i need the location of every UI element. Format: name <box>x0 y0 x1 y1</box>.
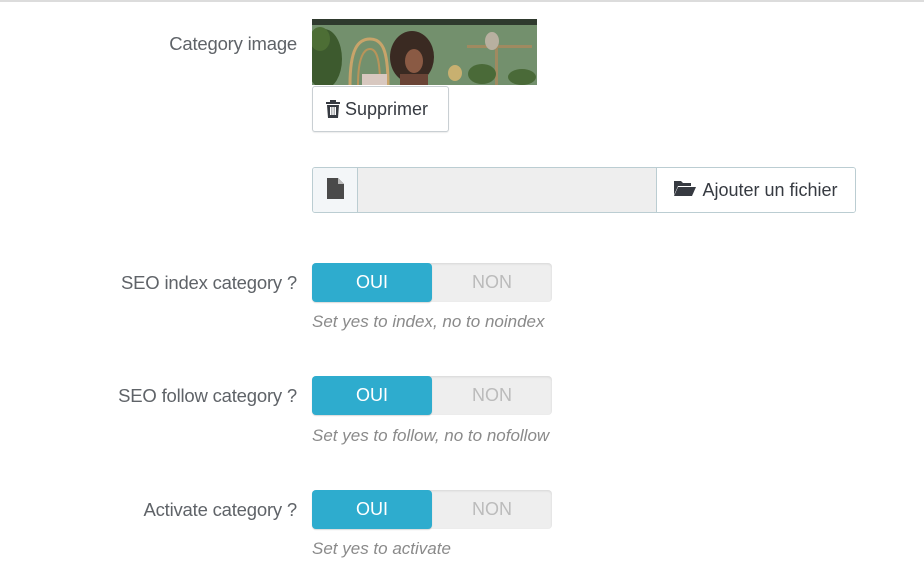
trash-icon <box>325 100 341 118</box>
seo-index-help: Set yes to index, no to noindex <box>312 312 545 331</box>
add-file-button[interactable]: Ajouter un fichier <box>657 168 855 212</box>
seo-index-label: SEO index category ? <box>121 272 297 293</box>
file-name-input[interactable] <box>358 168 657 212</box>
add-file-label: Ajouter un fichier <box>702 179 838 200</box>
activate-non[interactable]: NON <box>432 490 552 529</box>
folder-open-icon <box>674 180 697 201</box>
seo-index-oui[interactable]: OUI <box>312 263 432 302</box>
file-addon <box>313 168 358 212</box>
delete-image-button[interactable]: Supprimer <box>312 86 449 132</box>
file-icon <box>326 177 344 203</box>
activate-switch[interactable]: OUI NON <box>312 490 552 529</box>
seo-follow-label: SEO follow category ? <box>118 385 297 406</box>
seo-follow-oui[interactable]: OUI <box>312 376 432 415</box>
seo-index-non[interactable]: NON <box>432 263 552 302</box>
file-upload-group: Ajouter un fichier <box>312 167 856 213</box>
activate-label: Activate category ? <box>143 499 297 520</box>
activate-help: Set yes to activate <box>312 539 451 558</box>
delete-image-label: Supprimer <box>345 98 429 119</box>
seo-follow-help: Set yes to follow, no to nofollow <box>312 426 550 445</box>
seo-index-switch[interactable]: OUI NON <box>312 263 552 302</box>
seo-follow-non[interactable]: NON <box>432 376 552 415</box>
category-image-thumbnail <box>312 19 537 85</box>
category-image-photo <box>312 19 537 85</box>
seo-follow-switch[interactable]: OUI NON <box>312 376 552 415</box>
category-image-label: Category image <box>169 33 297 54</box>
activate-oui[interactable]: OUI <box>312 490 432 529</box>
